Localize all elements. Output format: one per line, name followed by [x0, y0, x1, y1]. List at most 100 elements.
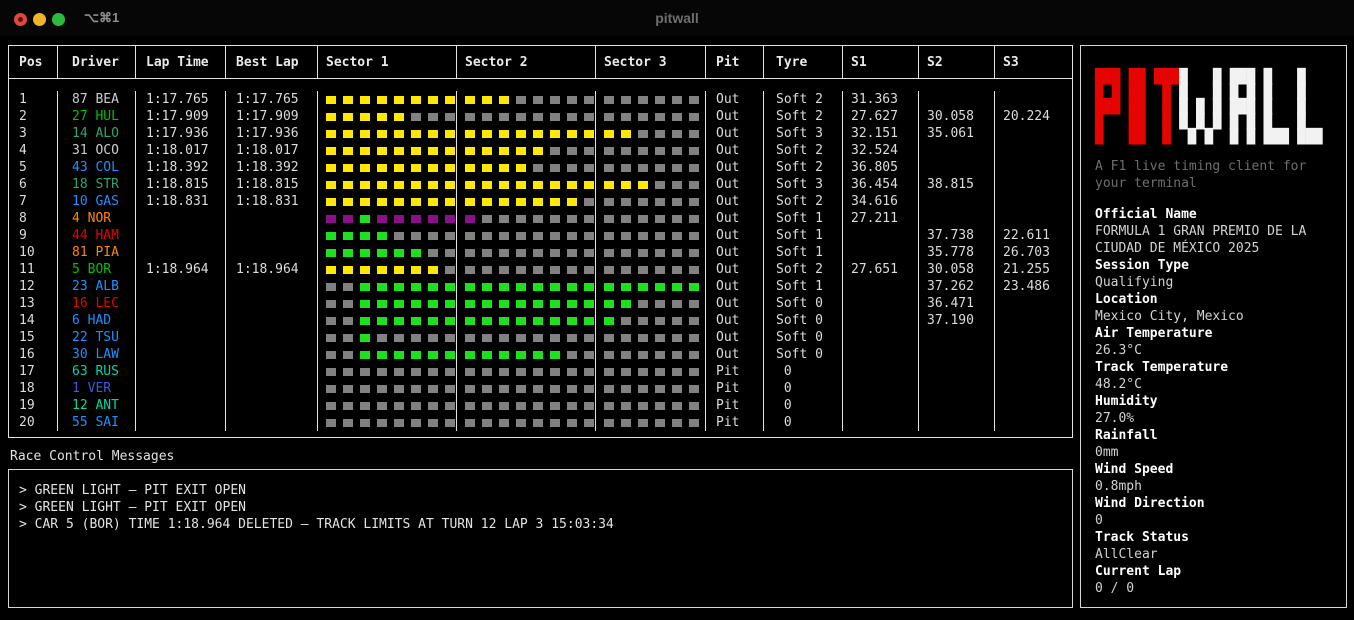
sector-minisector-block: [411, 368, 421, 376]
sector-minisector-block: [516, 334, 526, 342]
table-row[interactable]: 1081 PIAOutSoft 135.77826.703: [9, 244, 1072, 261]
sector-minisector-block: [428, 351, 438, 359]
sector-minisector-block: [445, 215, 455, 223]
sector-minisector-block: [550, 317, 560, 325]
sector-minisector-block: [326, 130, 336, 138]
sector-minisector-block: [394, 164, 404, 172]
table-row[interactable]: 181 VERPit 0: [9, 380, 1072, 397]
s2-time-cell: [919, 159, 995, 176]
sector-minisector-block: [550, 232, 560, 240]
sector-minisector-block: [465, 300, 475, 308]
sector3-blocks: [596, 193, 706, 210]
tyre-cell: Soft 0: [764, 346, 843, 363]
timing-table: Pos Driver Lap Time Best Lap Sector 1 Se…: [8, 45, 1073, 438]
sector-minisector-block: [689, 113, 699, 121]
table-row[interactable]: 543 COL1:18.3921:18.392OutSoft 236.805: [9, 159, 1072, 176]
table-row[interactable]: 84 NOROutSoft 127.211: [9, 210, 1072, 227]
table-row[interactable]: 431 OCO1:18.0171:18.017OutSoft 232.524: [9, 142, 1072, 159]
s3-time-cell: [995, 329, 1072, 346]
sector-minisector-block: [516, 215, 526, 223]
tyre-cell: 0: [764, 397, 843, 414]
sector-minisector-block: [516, 232, 526, 240]
sector-minisector-block: [411, 385, 421, 393]
table-row[interactable]: 146 HADOutSoft 037.190: [9, 312, 1072, 329]
sector-minisector-block: [584, 96, 594, 104]
table-row[interactable]: 1630 LAWOutSoft 0: [9, 346, 1072, 363]
sector-minisector-block: [655, 334, 665, 342]
sector-minisector-block: [621, 283, 631, 291]
sector-minisector-block: [533, 266, 543, 274]
sector-minisector-block: [499, 164, 509, 172]
sector-minisector-block: [445, 232, 455, 240]
sector-minisector-block: [689, 334, 699, 342]
s2-time-cell: [919, 91, 995, 108]
sector-minisector-block: [360, 249, 370, 257]
field-value: 0 / 0: [1095, 580, 1333, 597]
s3-time-cell: [995, 380, 1072, 397]
sector-minisector-block: [428, 300, 438, 308]
sector-minisector-block: [499, 181, 509, 189]
table-row[interactable]: 1763 RUSPit 0: [9, 363, 1072, 380]
pit-status-cell: Out: [706, 278, 764, 295]
sector-minisector-block: [533, 402, 543, 410]
sector-minisector-block: [360, 283, 370, 291]
sector-minisector-block: [482, 130, 492, 138]
sector-minisector-block: [584, 147, 594, 155]
sector-minisector-block: [326, 232, 336, 240]
table-row[interactable]: 1912 ANTPit 0: [9, 397, 1072, 414]
table-row[interactable]: 944 HAMOutSoft 137.73822.611: [9, 227, 1072, 244]
sector2-blocks: [457, 329, 596, 346]
sector-minisector-block: [394, 334, 404, 342]
driver-cell: 18 STR: [58, 176, 136, 193]
sector-minisector-block: [567, 419, 577, 427]
best-lap-cell: 1:17.765: [226, 91, 318, 108]
sector-minisector-block: [584, 181, 594, 189]
table-row[interactable]: 227 HUL1:17.9091:17.909OutSoft 227.62730…: [9, 108, 1072, 125]
sector2-blocks: [457, 244, 596, 261]
sector-minisector-block: [672, 385, 682, 393]
s3-time-cell: [995, 414, 1072, 431]
table-row[interactable]: 1316 LECOutSoft 036.471: [9, 295, 1072, 312]
sector-minisector-block: [533, 181, 543, 189]
sector-minisector-block: [465, 198, 475, 206]
sector-minisector-block: [621, 198, 631, 206]
s2-time-cell: 35.061: [919, 125, 995, 142]
sector-minisector-block: [360, 181, 370, 189]
pit-status-cell: Out: [706, 329, 764, 346]
sector-minisector-block: [499, 249, 509, 257]
sector3-blocks: [596, 91, 706, 108]
sector-minisector-block: [550, 249, 560, 257]
table-row[interactable]: 618 STR1:18.8151:18.815OutSoft 336.45438…: [9, 176, 1072, 193]
sector-minisector-block: [689, 283, 699, 291]
table-row[interactable]: 187 BEA1:17.7651:17.765OutSoft 231.363: [9, 91, 1072, 108]
table-row[interactable]: 1223 ALBOutSoft 137.26223.486: [9, 278, 1072, 295]
sector1-blocks: [318, 278, 457, 295]
sector-minisector-block: [655, 283, 665, 291]
sector-minisector-block: [465, 317, 475, 325]
sector-minisector-block: [377, 283, 387, 291]
sector-minisector-block: [550, 266, 560, 274]
table-row[interactable]: 2055 SAIPit 0: [9, 414, 1072, 431]
s3-time-cell: [995, 91, 1072, 108]
tyre-cell: 0: [764, 363, 843, 380]
sector1-blocks: [318, 193, 457, 210]
table-row[interactable]: 314 ALO1:17.9361:17.936OutSoft 332.15135…: [9, 125, 1072, 142]
field-value: 26.3°C: [1095, 342, 1333, 359]
sector-minisector-block: [428, 368, 438, 376]
sector-minisector-block: [411, 317, 421, 325]
sector-minisector-block: [584, 266, 594, 274]
sector-minisector-block: [672, 181, 682, 189]
sector2-blocks: [457, 108, 596, 125]
sector1-blocks: [318, 91, 457, 108]
sector-minisector-block: [411, 402, 421, 410]
sector2-blocks: [457, 346, 596, 363]
s1-time-cell: [843, 295, 919, 312]
sector-minisector-block: [567, 300, 577, 308]
header-s3: S3: [995, 46, 1072, 78]
table-row[interactable]: 1522 TSUOutSoft 0: [9, 329, 1072, 346]
s1-time-cell: [843, 346, 919, 363]
sector-minisector-block: [343, 351, 353, 359]
table-row[interactable]: 710 GAS1:18.8311:18.831OutSoft 234.616: [9, 193, 1072, 210]
pit-status-cell: Out: [706, 295, 764, 312]
table-row[interactable]: 115 BOR1:18.9641:18.964OutSoft 227.65130…: [9, 261, 1072, 278]
